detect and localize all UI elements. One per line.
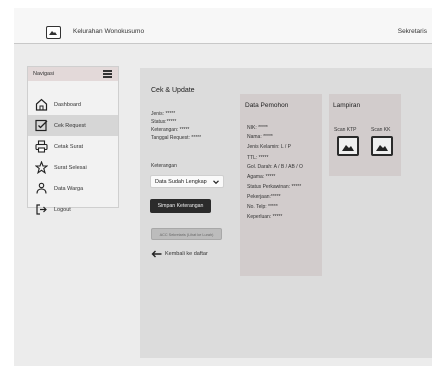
sidebar-title: Navigasi <box>33 71 55 77</box>
info-jenis: Jenis: ***** <box>151 111 176 117</box>
cek-update-title: Cek & Update <box>151 87 195 94</box>
sidebar-item-label: Data Warga <box>54 186 84 192</box>
pemohon-gol-darah: Gol. Darah: A / B / AB / O <box>247 164 303 170</box>
scan-kk-image-icon[interactable] <box>371 136 393 156</box>
sidebar-item-label: Cek Request <box>54 123 86 129</box>
app-name: Kelurahan Wonokusumo <box>73 28 145 35</box>
pemohon-no-telp: No. Telp: ***** <box>247 204 278 210</box>
data-pemohon-title: Data Pemohon <box>245 102 289 109</box>
info-tanggal-request: Tanggal Request: ***** <box>151 135 202 141</box>
sidebar-item-surat-selesai[interactable]: Surat Selesai <box>28 157 118 178</box>
chevron-down-icon <box>213 180 219 185</box>
sidebar: Navigasi Dashboard Cek Request Cetak Sur… <box>27 66 119 215</box>
pemohon-ttl: TTL: ***** <box>247 155 269 161</box>
sidebar-item-label: Dashboard <box>54 102 81 108</box>
pemohon-agama: Agama: ***** <box>247 174 276 180</box>
logo-image-icon <box>46 26 61 39</box>
sidebar-item-label: Surat Selesai <box>54 165 87 171</box>
sidebar-item-cek-request[interactable]: Cek Request <box>28 115 118 136</box>
acc-sekretaris-button[interactable]: ACC Sekretaris (Lihat ke Lurah) <box>151 228 222 240</box>
pemohon-jenis-kelamin: Jenis Kelamin: L / P <box>247 144 292 150</box>
pemohon-nik: NIK: ***** <box>247 125 268 131</box>
pemohon-pekerjaan: Pekerjaan:***** <box>247 194 281 200</box>
top-header <box>14 8 432 44</box>
pemohon-nama: Nama: ***** <box>247 134 273 140</box>
logout-icon <box>36 204 47 215</box>
sidebar-item-cetak-surat[interactable]: Cetak Surat <box>28 136 118 157</box>
scan-ktp-label: Scan KTP <box>334 127 357 133</box>
lampiran-title: Lampiran <box>333 102 361 109</box>
sidebar-item-data-warga[interactable]: Data Warga <box>28 178 118 199</box>
sidebar-item-label: Logout <box>54 207 71 213</box>
user-role[interactable]: Sekretaris <box>398 28 427 35</box>
hamburger-menu-icon[interactable] <box>103 70 112 78</box>
checklist-icon <box>35 119 48 132</box>
keterangan-select[interactable]: Data Sudah Lengkap <box>150 175 224 188</box>
pemohon-keperluan: Keperluan: ***** <box>247 214 283 220</box>
scan-ktp-image-icon[interactable] <box>337 136 359 156</box>
sidebar-item-label: Cetak Surat <box>54 144 84 150</box>
keterangan-label: Keterangan <box>151 163 177 169</box>
sidebar-item-logout[interactable]: Logout <box>28 199 118 220</box>
simpan-keterangan-button[interactable]: Simpan Keterangan <box>150 199 211 213</box>
users-icon <box>36 182 47 194</box>
pemohon-status-perkawinan: Status Perkawinan: ***** <box>247 184 302 190</box>
select-value: Data Sudah Lengkap <box>155 179 207 185</box>
printer-icon <box>35 140 48 153</box>
info-keterangan: Keterangan: ***** <box>151 127 190 133</box>
sidebar-header: Navigasi <box>28 67 118 81</box>
arrow-left-icon <box>151 250 162 258</box>
info-status: Status:***** <box>151 119 177 125</box>
sidebar-item-dashboard[interactable]: Dashboard <box>28 94 118 115</box>
home-icon <box>35 98 48 111</box>
star-icon <box>35 161 48 174</box>
back-link-label: Kembali ke daftar <box>165 251 208 257</box>
scan-kk-label: Scan KK <box>371 127 391 133</box>
